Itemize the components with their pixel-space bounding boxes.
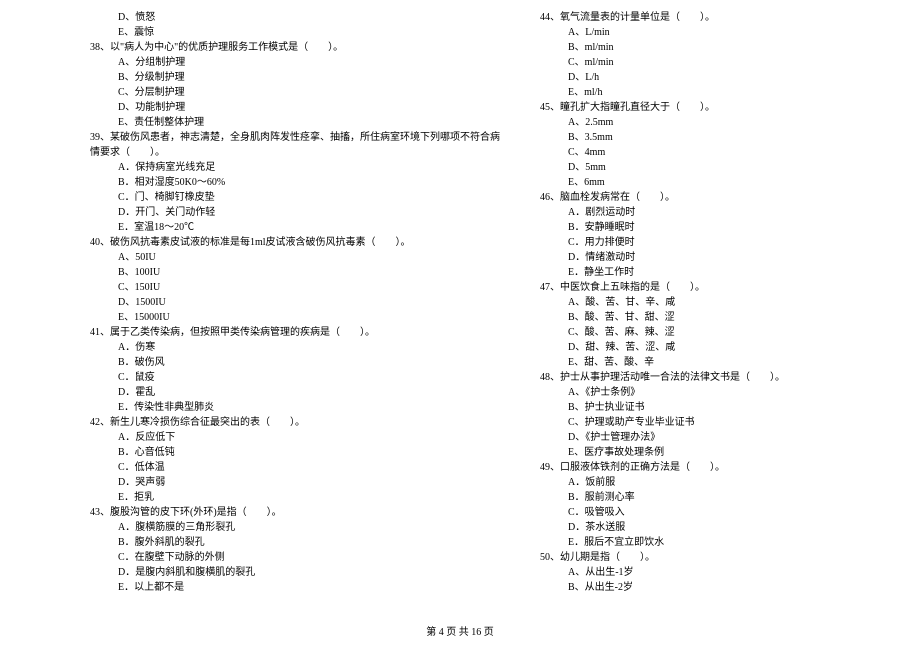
option-line: E．服后不宜立即饮水: [568, 535, 870, 550]
option-line: B．腹外斜肌的裂孔: [118, 535, 500, 550]
question-line: 45、瞳孔扩大指瞳孔直径大于（ ）。: [540, 100, 870, 115]
question-line: 43、腹股沟管的皮下环(外环)是指（ ）。: [90, 505, 500, 520]
option-line: D、功能制护理: [118, 100, 500, 115]
option-line: A、酸、苦、甘、辛、咸: [568, 295, 870, 310]
option-line: A、50IU: [118, 250, 500, 265]
option-line: B、护士执业证书: [568, 400, 870, 415]
left-column: D、愤怒E、震惊38、以"病人为中心"的优质护理服务工作模式是（ ）。A、分组制…: [90, 10, 520, 595]
option-line: D．开门、关门动作轻: [118, 205, 500, 220]
option-line: C、ml/min: [568, 55, 870, 70]
option-line: A、《护士条例》: [568, 385, 870, 400]
option-line: C、4mm: [568, 145, 870, 160]
option-line: B、ml/min: [568, 40, 870, 55]
option-line: E、ml/h: [568, 85, 870, 100]
option-line: C．吸管吸入: [568, 505, 870, 520]
option-line: C．低体温: [118, 460, 500, 475]
option-line: B．心音低钝: [118, 445, 500, 460]
option-line: B、3.5mm: [568, 130, 870, 145]
option-line: A．腹横筋膜的三角形裂孔: [118, 520, 500, 535]
option-line: C．门、椅脚钉橡皮垫: [118, 190, 500, 205]
option-line: D．哭声弱: [118, 475, 500, 490]
option-line: A、2.5mm: [568, 115, 870, 130]
option-line: C、150IU: [118, 280, 500, 295]
option-line: D．茶水送服: [568, 520, 870, 535]
question-line: 44、氧气流量表的计量单位是（ ）。: [540, 10, 870, 25]
question-line: 50、幼儿期是指（ ）。: [540, 550, 870, 565]
question-line: 38、以"病人为中心"的优质护理服务工作模式是（ ）。: [90, 40, 500, 55]
option-line: D．情绪激动时: [568, 250, 870, 265]
option-line: E、6mm: [568, 175, 870, 190]
option-line: D、L/h: [568, 70, 870, 85]
option-line: B、分级制护理: [118, 70, 500, 85]
option-line: C、护理或助产专业毕业证书: [568, 415, 870, 430]
option-line: E、责任制整体护理: [118, 115, 500, 130]
option-line: E．以上都不是: [118, 580, 500, 595]
question-line: 41、属于乙类传染病，但按照甲类传染病管理的疾病是（ ）。: [90, 325, 500, 340]
option-line: E、15000IU: [118, 310, 500, 325]
option-line: B、从出生-2岁: [568, 580, 870, 595]
option-line: C、分层制护理: [118, 85, 500, 100]
question-line: 40、破伤风抗毒素皮试液的标准是每1ml皮试液含破伤风抗毒素（ ）。: [90, 235, 500, 250]
option-line: C．在腹壁下动脉的外侧: [118, 550, 500, 565]
option-line: B．相对湿度50K0～60%: [118, 175, 500, 190]
option-line: A、L/min: [568, 25, 870, 40]
option-line: D、《护士管理办法》: [568, 430, 870, 445]
option-line: B．安静睡眠时: [568, 220, 870, 235]
option-line: A、从出生-1岁: [568, 565, 870, 580]
option-line: A．饭前服: [568, 475, 870, 490]
option-line: C．用力排便时: [568, 235, 870, 250]
option-line: E．室温18～20℃: [118, 220, 500, 235]
option-line: D．霍乱: [118, 385, 500, 400]
option-line: E．传染性非典型肺炎: [118, 400, 500, 415]
right-column: 44、氧气流量表的计量单位是（ ）。A、L/minB、ml/minC、ml/mi…: [520, 10, 870, 595]
option-line: A．反应低下: [118, 430, 500, 445]
page-content: D、愤怒E、震惊38、以"病人为中心"的优质护理服务工作模式是（ ）。A、分组制…: [0, 0, 920, 595]
option-line: A、分组制护理: [118, 55, 500, 70]
option-line: D．是腹内斜肌和腹横肌的裂孔: [118, 565, 500, 580]
option-line: B、100IU: [118, 265, 500, 280]
option-line: A．剧烈运动时: [568, 205, 870, 220]
option-line: B．服前测心率: [568, 490, 870, 505]
option-line: A．伤寒: [118, 340, 500, 355]
option-line: C．鼠疫: [118, 370, 500, 385]
option-line: B．破伤风: [118, 355, 500, 370]
question-line: 46、脑血栓发病常在（ ）。: [540, 190, 870, 205]
option-line: C、酸、苦、麻、辣、涩: [568, 325, 870, 340]
option-line: 情要求（ ）。: [90, 145, 500, 160]
question-line: 47、中医饮食上五味指的是（ ）。: [540, 280, 870, 295]
question-line: 49、口服液体铁剂的正确方法是（ ）。: [540, 460, 870, 475]
option-line: E、震惊: [118, 25, 500, 40]
option-line: A．保持病室光线充足: [118, 160, 500, 175]
page-footer: 第 4 页 共 16 页: [0, 623, 920, 638]
option-line: E、甜、苦、酸、辛: [568, 355, 870, 370]
question-line: 39、某破伤风患者，神志清楚，全身肌肉阵发性痉挛、抽搐，所住病室环境下列哪项不符…: [90, 130, 500, 145]
option-line: E．拒乳: [118, 490, 500, 505]
option-line: E、医疗事故处理条例: [568, 445, 870, 460]
option-line: B、酸、苦、甘、甜、涩: [568, 310, 870, 325]
option-line: D、甜、辣、苦、涩、咸: [568, 340, 870, 355]
option-line: D、愤怒: [118, 10, 500, 25]
question-line: 48、护士从事护理活动唯一合法的法律文书是（ ）。: [540, 370, 870, 385]
question-line: 42、新生儿寒冷损伤综合征最突出的表（ ）。: [90, 415, 500, 430]
option-line: D、5mm: [568, 160, 870, 175]
option-line: D、1500IU: [118, 295, 500, 310]
option-line: E．静坐工作时: [568, 265, 870, 280]
